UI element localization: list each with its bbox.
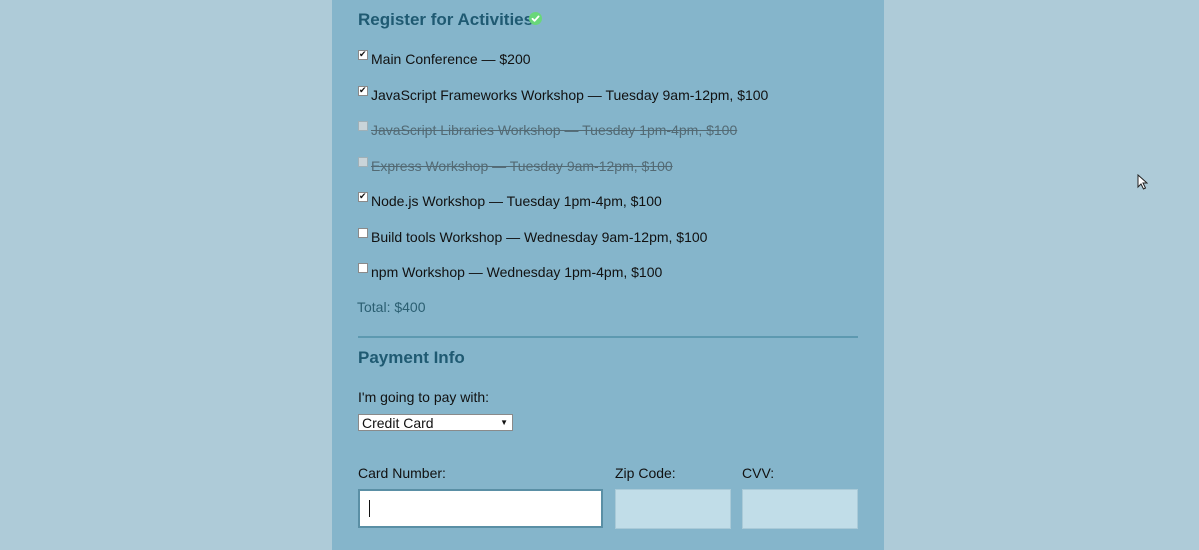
activity-checkbox <box>358 157 368 167</box>
zip-code-label: Zip Code: <box>615 465 676 481</box>
activity-label: JavaScript Frameworks Workshop — Tuesday… <box>371 87 769 103</box>
activity-checkbox[interactable]: ✔ <box>358 85 368 96</box>
pay-with-label: I'm going to pay with: <box>358 389 490 405</box>
activity-label: Build tools Workshop — Wednesday 9am-12p… <box>371 229 708 245</box>
activities-total: Total: $400 <box>357 299 426 315</box>
card-number-input[interactable] <box>358 489 603 528</box>
text-caret <box>369 500 370 517</box>
activity-label: npm Workshop — Wednesday 1pm-4pm, $100 <box>371 264 663 280</box>
activity-checkbox[interactable]: ✔ <box>358 49 368 60</box>
activity-label: Node.js Workshop — Tuesday 1pm-4pm, $100 <box>371 193 662 209</box>
mouse-pointer-icon <box>1137 173 1149 195</box>
check-circle-icon <box>529 12 542 25</box>
section-divider <box>358 336 858 338</box>
payment-method-value: Credit Card <box>362 415 434 431</box>
payment-method-select[interactable]: Credit Card ▼ <box>358 414 513 431</box>
activity-checkbox[interactable] <box>358 263 368 273</box>
activity-checkbox <box>358 121 368 131</box>
activity-label: Express Workshop — Tuesday 9am-12pm, $10… <box>371 158 673 174</box>
cvv-label: CVV: <box>742 465 775 481</box>
checkmark-icon: ✔ <box>359 85 367 95</box>
zip-code-input[interactable] <box>615 489 731 529</box>
activity-label: JavaScript Libraries Workshop — Tuesday … <box>371 122 738 138</box>
dropdown-arrow-icon: ▼ <box>500 418 508 427</box>
payment-section-title: Payment Info <box>358 348 465 367</box>
checkmark-icon: ✔ <box>359 191 367 201</box>
activity-label: Main Conference — $200 <box>371 51 531 67</box>
registration-form-panel: Register for Activities ✔ Main Conferenc… <box>332 0 884 550</box>
checkmark-icon: ✔ <box>359 49 367 59</box>
cvv-input[interactable] <box>742 489 858 529</box>
activity-checkbox[interactable] <box>358 228 368 238</box>
card-number-label: Card Number: <box>358 465 446 481</box>
activities-section-title: Register for Activities <box>358 10 534 29</box>
activity-checkbox[interactable]: ✔ <box>358 191 368 202</box>
